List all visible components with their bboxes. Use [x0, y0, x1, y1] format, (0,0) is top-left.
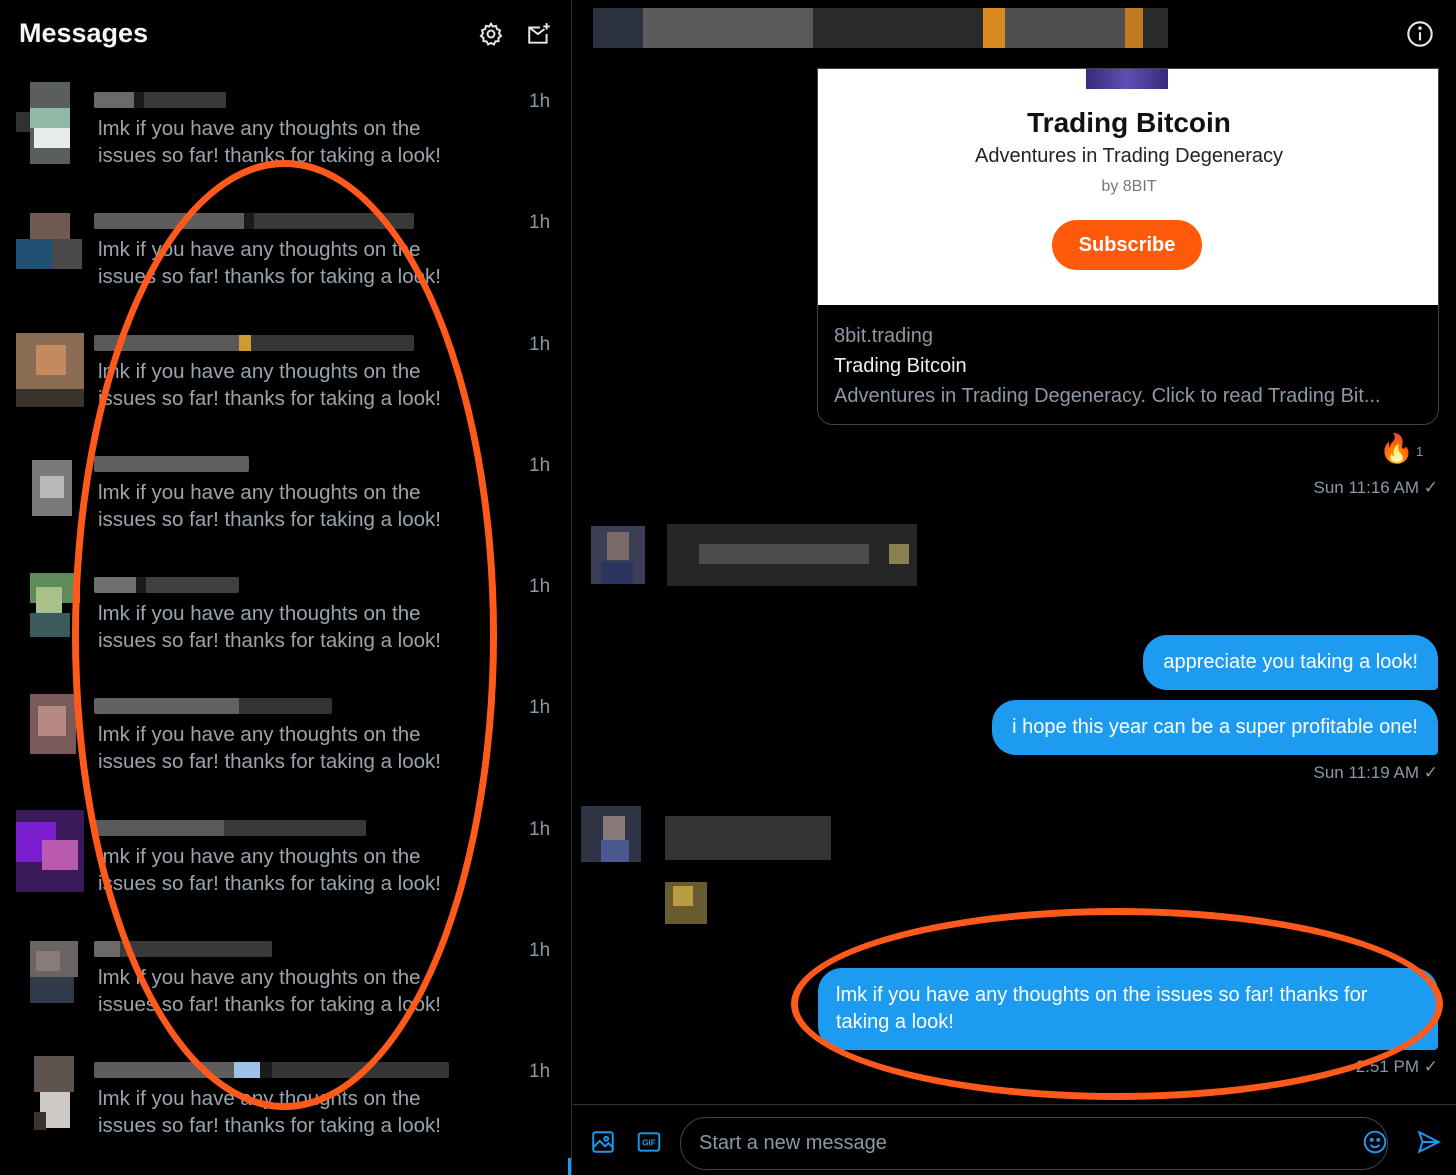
conversation-preview: lmk if you have any thoughts on the issu…	[98, 117, 441, 167]
avatar	[16, 82, 84, 164]
conversation-time: 1h	[529, 697, 551, 719]
conversation-preview: lmk if you have any thoughts on the issu…	[98, 966, 441, 1017]
contact-name-blurred	[94, 92, 226, 108]
card-domain: 8bit.trading	[834, 325, 933, 347]
chat-pane: Trading Bitcoin Adventures in Trading De…	[573, 0, 1456, 1175]
new-message-icon[interactable]	[525, 20, 553, 48]
conversation-item[interactable]: 1h lmk if you have any thoughts on the i…	[0, 199, 572, 320]
card-byline: by 8BIT	[1101, 178, 1157, 195]
card-preview-image: Trading Bitcoin Adventures in Trading De…	[818, 69, 1438, 305]
conversation-time: 1h	[529, 818, 551, 840]
incoming-message-blurred	[589, 520, 919, 610]
outgoing-message[interactable]: lmk if you have any thoughts on the issu…	[818, 968, 1438, 1050]
card-title: Trading Bitcoin	[1027, 107, 1231, 138]
conversation-preview: lmk if you have any thoughts on the issu…	[98, 723, 441, 774]
conversation-item[interactable]: 1h lmk if you have any thoughts on the i…	[0, 927, 572, 1048]
conversation-item[interactable]: 1h lmk if you have any thoughts on the i…	[0, 806, 572, 927]
conversation-time: 1h	[529, 576, 551, 598]
message-timestamp: 2:51 PM ✓	[1355, 1057, 1438, 1076]
contact-name-blurred	[94, 577, 239, 594]
incoming-message-blurred	[581, 796, 841, 946]
avatar	[16, 931, 84, 1013]
conversation-time: 1h	[529, 454, 551, 476]
conversation-list-pane: Messages 1h lmk if you have any thoughts…	[0, 0, 572, 1175]
contact-name-blurred	[94, 819, 366, 836]
gif-icon[interactable]: GIF	[636, 1129, 662, 1155]
gear-icon[interactable]	[477, 20, 505, 48]
active-indicator	[568, 1158, 571, 1175]
contact-name-blurred	[94, 698, 332, 715]
fire-reaction-icon[interactable]: 🔥	[1379, 432, 1414, 465]
outgoing-message[interactable]: i hope this year can be a super profitab…	[992, 700, 1438, 755]
conversation-preview: lmk if you have any thoughts on the issu…	[98, 480, 441, 531]
info-icon[interactable]	[1406, 20, 1434, 48]
page-title: Messages	[19, 18, 149, 48]
compose-bar: GIF	[573, 1104, 1456, 1175]
avatar	[16, 567, 84, 649]
image-icon[interactable]	[590, 1129, 616, 1155]
conversation-time: 1h	[529, 1061, 551, 1083]
conversation-preview: lmk if you have any thoughts on the issu…	[98, 602, 441, 653]
contact-name-blurred	[94, 1062, 449, 1079]
contact-name-blurred	[94, 334, 414, 351]
contact-name-blurred	[94, 455, 249, 472]
conversation-item[interactable]: 1h lmk if you have any thoughts on the i…	[0, 78, 572, 199]
conversation-list: 1h lmk if you have any thoughts on the i…	[0, 78, 572, 1170]
message-timestamp: Sun 11:16 AM ✓	[1313, 478, 1438, 497]
chat-header	[573, 0, 1456, 68]
card-meta-title: Trading Bitcoin	[834, 355, 967, 377]
messages-header: Messages	[0, 0, 572, 70]
avatar	[16, 325, 84, 407]
conversation-preview: lmk if you have any thoughts on the issu…	[98, 238, 441, 289]
conversation-item[interactable]: 1h lmk if you have any thoughts on the i…	[0, 1048, 572, 1169]
card-subtitle: Adventures in Trading Degeneracy	[975, 145, 1283, 167]
subscribe-button[interactable]: Subscribe	[1052, 220, 1202, 270]
chat-title-blurred	[593, 8, 1168, 48]
conversation-preview: lmk if you have any thoughts on the issu…	[98, 1087, 441, 1138]
conversation-time: 1h	[529, 212, 551, 234]
card-meta: 8bit.trading Trading Bitcoin Adventures …	[818, 305, 1438, 424]
avatar	[16, 203, 84, 285]
avatar	[16, 446, 84, 528]
conversation-item[interactable]: 1h lmk if you have any thoughts on the i…	[0, 563, 572, 684]
avatar	[16, 1052, 84, 1134]
reaction-count: 1	[1416, 444, 1424, 459]
contact-name-blurred	[94, 941, 272, 958]
emoji-icon[interactable]	[1362, 1129, 1388, 1155]
message-timestamp: Sun 11:19 AM ✓	[1313, 763, 1438, 782]
publication-logo	[1086, 69, 1168, 89]
conversation-item[interactable]: 1h lmk if you have any thoughts on the i…	[0, 442, 572, 563]
contact-name-blurred	[94, 213, 414, 230]
svg-text:GIF: GIF	[642, 1138, 656, 1147]
conversation-time: 1h	[529, 91, 551, 112]
conversation-preview: lmk if you have any thoughts on the issu…	[98, 359, 441, 410]
send-icon[interactable]	[1416, 1129, 1442, 1155]
outgoing-message[interactable]: appreciate you taking a look!	[1143, 635, 1438, 690]
conversation-time: 1h	[529, 333, 551, 355]
conversation-item[interactable]: 1h lmk if you have any thoughts on the i…	[0, 321, 572, 442]
avatar	[16, 809, 84, 892]
avatar	[16, 688, 84, 770]
card-description: Adventures in Trading Degeneracy. Click …	[834, 385, 1381, 407]
message-input[interactable]	[680, 1117, 1388, 1170]
link-preview-card[interactable]: Trading Bitcoin Adventures in Trading De…	[817, 68, 1439, 425]
conversation-item[interactable]: 1h lmk if you have any thoughts on the i…	[0, 684, 572, 805]
conversation-preview: lmk if you have any thoughts on the issu…	[98, 844, 441, 895]
conversation-time: 1h	[529, 940, 551, 962]
